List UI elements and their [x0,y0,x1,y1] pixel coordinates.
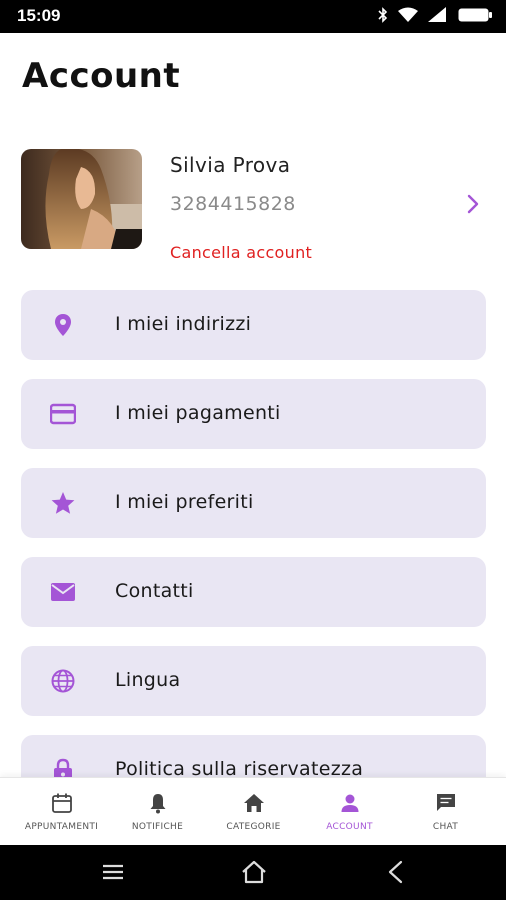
envelope-icon [51,583,75,601]
tab-account[interactable]: ACCOUNT [299,778,400,845]
chat-icon [436,794,455,811]
account-screen: Account Silvia Prova 3284415828 Cancella… [0,33,506,845]
profile-name: Silvia Prova [170,153,291,177]
tab-label: CHAT [432,822,459,832]
star-icon [51,492,75,514]
tab-label: NOTIFICHE [131,822,184,832]
menu-item-language[interactable]: Lingua [21,646,486,716]
globe-icon [51,669,75,693]
credit-card-icon [50,403,76,425]
calendar-icon [51,793,72,813]
wifi-icon [398,7,418,22]
bluetooth-icon [378,7,388,23]
delete-account-link[interactable]: Cancella account [170,243,312,262]
bell-icon [150,794,165,814]
bottom-tab-bar: APPUNTAMENTI NOTIFICHE CATEGORIE ACCOUNT [0,777,506,845]
back-icon[interactable] [381,859,411,885]
menu-item-label: I miei pagamenti [115,402,281,424]
home-icon [243,794,264,812]
system-nav-bar [0,845,506,900]
menu-item-payments[interactable]: I miei pagamenti [21,379,486,449]
status-icons [378,7,492,23]
menu-item-addresses[interactable]: I miei indirizzi [21,290,486,360]
menu-item-label: I miei preferiti [115,491,254,513]
battery-icon [458,8,492,22]
home-button-icon[interactable] [239,859,269,885]
menu-item-label: Lingua [115,669,181,691]
tab-label: ACCOUNT [326,822,373,832]
menu-item-contacts[interactable]: Contatti [21,557,486,627]
profile-phone: 3284415828 [170,193,296,215]
tab-label: CATEGORIE [226,822,281,832]
page-title: Account [22,56,181,96]
chevron-right-icon[interactable] [462,193,484,215]
status-time: 15:09 [17,6,61,25]
person-icon [341,794,358,812]
tab-chat[interactable]: CHAT [395,778,496,845]
tab-appointments[interactable]: APPUNTAMENTI [11,778,112,845]
signal-icon [428,7,446,22]
tab-label: APPUNTAMENTI [24,822,99,832]
menu-item-favorites[interactable]: I miei preferiti [21,468,486,538]
tab-notifications[interactable]: NOTIFICHE [107,778,208,845]
menu-item-label: I miei indirizzi [115,313,252,335]
location-pin-icon [55,314,71,336]
tab-categories[interactable]: CATEGORIE [203,778,304,845]
menu-icon[interactable] [98,859,128,885]
avatar [21,149,142,249]
status-bar: 15:09 [0,0,506,33]
menu-item-label: Contatti [115,580,194,602]
